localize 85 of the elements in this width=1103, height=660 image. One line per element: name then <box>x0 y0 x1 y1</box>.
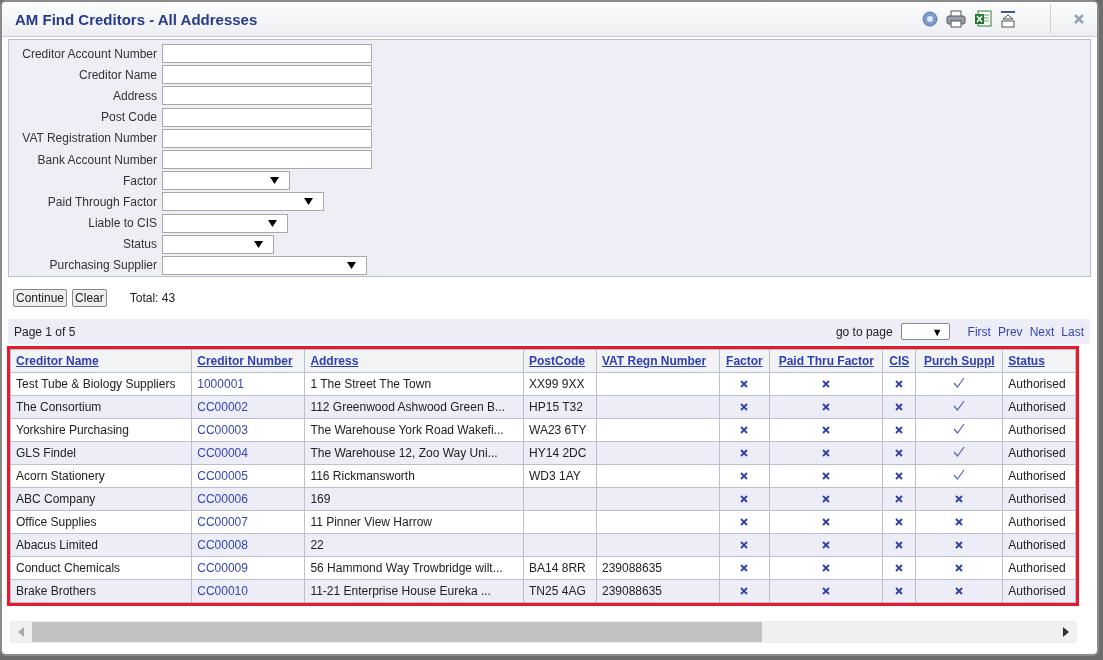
table-cell: Authorised <box>1008 561 1066 575</box>
table-cell: Test Tube & Biology Suppliers <box>16 377 176 391</box>
field-label: Creditor Account Number <box>21 46 158 61</box>
total-count: Total: 43 <box>129 291 176 305</box>
table-cell: Conduct Chemicals <box>16 561 121 575</box>
window-title: AM Find Creditors - All Addresses <box>15 10 258 28</box>
table-cell: BA14 8RR <box>529 561 586 575</box>
table-cell: Authorised <box>1008 538 1066 552</box>
field-label: Bank Account Number <box>36 152 158 167</box>
table-cell: HY14 2DC <box>529 446 587 460</box>
table-cell: WD3 1AY <box>529 469 581 483</box>
dropdown-arrow-icon[interactable] <box>268 219 277 227</box>
scroll-right-icon[interactable] <box>1063 627 1069 637</box>
table-cell: 169 <box>310 492 331 506</box>
table-cell: 116 Rickmansworth <box>310 469 415 483</box>
horizontal-scrollbar[interactable] <box>10 621 1077 643</box>
field-label: Status <box>121 237 158 252</box>
dropdown-field[interactable] <box>162 255 367 275</box>
table-cell: Authorised <box>1008 377 1066 391</box>
table-cell: The Warehouse York Road Wakefi... <box>310 423 504 437</box>
scroll-left-icon[interactable] <box>18 627 24 637</box>
table-cell: Authorised <box>1008 584 1066 598</box>
field-label: Post Code <box>99 110 158 125</box>
input-field[interactable] <box>162 150 372 170</box>
action-button[interactable]: Continue <box>13 289 68 307</box>
table-cell: WA23 6TY <box>529 423 587 437</box>
collapse-icon[interactable] <box>1000 10 1016 28</box>
table-cell: 112 Greenwood Ashwood Green B... <box>310 400 505 414</box>
table-cell: 56 Hammond Way Trowbridge wilt... <box>310 561 503 575</box>
table-cell: GLS Findel <box>16 446 77 460</box>
table-cell: 11 Pinner View Harrow <box>310 515 432 529</box>
input-field[interactable] <box>162 44 372 64</box>
page-dropdown[interactable]: ▼ <box>900 323 950 340</box>
field-label: VAT Registration Number <box>21 131 158 146</box>
dropdown-arrow-icon[interactable] <box>270 177 279 185</box>
dropdown-field[interactable] <box>162 213 288 233</box>
table-cell: Brake Brothers <box>16 584 97 598</box>
table-cell: Authorised <box>1008 400 1066 414</box>
close-icon[interactable] <box>1073 13 1085 25</box>
dropdown-arrow-icon[interactable] <box>254 240 263 248</box>
dropdown-arrow-icon[interactable] <box>304 198 313 206</box>
field-label: Purchasing Supplier <box>48 258 158 273</box>
pager-link[interactable]: Next <box>1029 324 1055 339</box>
field-label: Factor <box>122 173 158 188</box>
table-cell: 1 The Street The Town <box>310 377 432 391</box>
pager-link[interactable]: Last <box>1061 324 1084 339</box>
table-cell: Authorised <box>1008 446 1066 460</box>
table-cell: Authorised <box>1008 515 1066 529</box>
input-field[interactable] <box>162 65 372 85</box>
table-cell: 239088635 <box>601 561 663 575</box>
table-cell: Authorised <box>1008 492 1066 506</box>
dropdown-field[interactable] <box>162 234 274 254</box>
table-cell: 239088635 <box>601 584 663 598</box>
input-field[interactable] <box>162 107 372 127</box>
table-cell: ABC Company <box>16 492 96 506</box>
table-cell: TN25 4AG <box>529 584 586 598</box>
action-button[interactable]: Clear <box>72 289 107 307</box>
field-label: Paid Through Factor <box>46 194 158 209</box>
table-cell: Office Supplies <box>16 515 97 529</box>
page-info: Page 1 of 5 <box>14 324 76 339</box>
table-cell: Yorkshire Purchasing <box>16 423 129 437</box>
table-cell: Authorised <box>1008 423 1066 437</box>
table-cell: The Consortium <box>16 400 102 414</box>
input-field[interactable] <box>162 128 372 148</box>
table-cell: Authorised <box>1008 469 1066 483</box>
table-cell: 11-21 Enterprise House Eureka ... <box>310 584 491 598</box>
table-cell: XX99 9XX <box>529 377 585 391</box>
field-label: Creditor Name <box>77 67 158 82</box>
dropdown-arrow-icon[interactable] <box>347 261 356 269</box>
printer-icon[interactable] <box>946 10 966 28</box>
table-cell: 22 <box>310 538 324 552</box>
input-field[interactable] <box>162 86 372 106</box>
pager-link[interactable]: First <box>967 324 991 339</box>
table-cell: Acorn Stationery <box>16 469 105 483</box>
go-to-page-label: go to page <box>835 324 893 339</box>
dropdown-field[interactable] <box>162 171 290 191</box>
table-cell: Abacus Limited <box>16 538 99 552</box>
dropdown-field[interactable] <box>162 192 324 212</box>
field-label: Liable to CIS <box>87 216 158 231</box>
column-header[interactable]: Address <box>310 354 359 368</box>
table-cell: HP15 T32 <box>529 400 583 414</box>
spreadsheet-icon[interactable] <box>974 10 992 28</box>
pager-link[interactable]: Prev <box>997 324 1023 339</box>
table-cell: The Warehouse 12, Zoo Way Uni... <box>310 446 498 460</box>
field-label: Address <box>111 88 158 103</box>
